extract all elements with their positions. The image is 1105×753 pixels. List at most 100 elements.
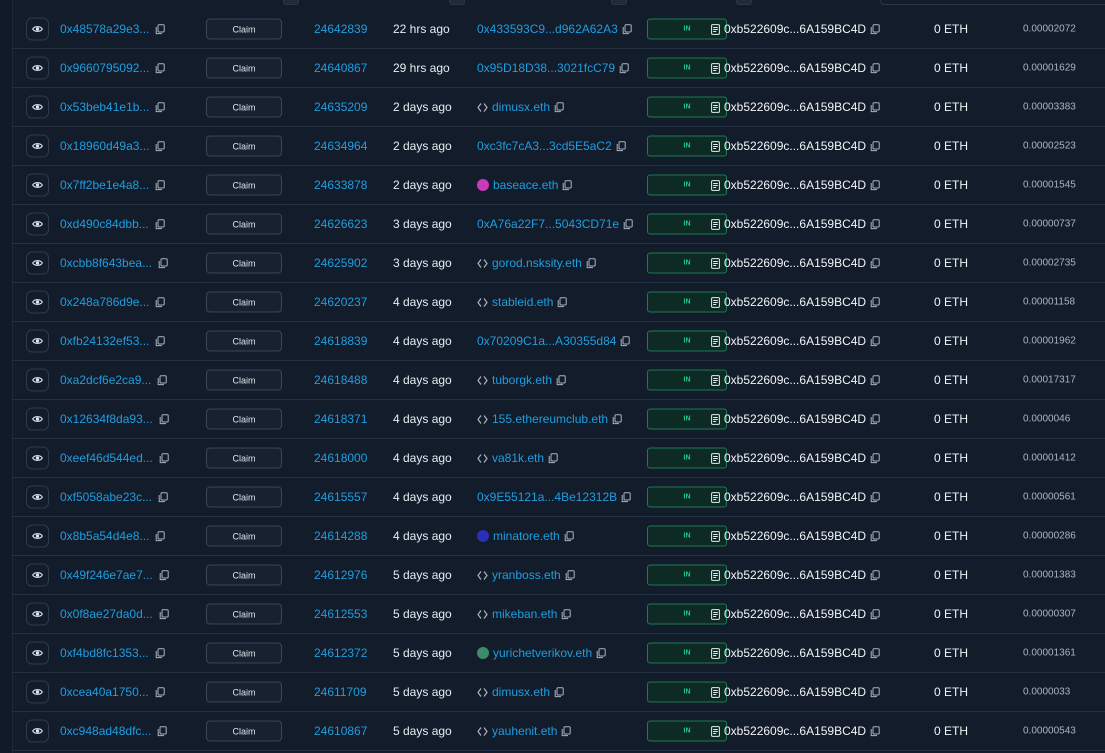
tx-hash-link[interactable]: 0xf4bd8fc1353... [60,646,149,660]
to-address[interactable]: 0xb522609c...6A159BC4D [724,529,866,543]
from-link[interactable]: stableid.eth [492,295,553,309]
view-details-button[interactable] [26,563,49,587]
copy-icon[interactable] [548,452,558,464]
copy-icon[interactable] [155,335,166,347]
copy-icon[interactable] [155,62,166,74]
copy-icon[interactable] [870,530,880,542]
copy-icon[interactable] [870,452,880,464]
tx-hash-link[interactable]: 0xa2dcf6e2ca9... [60,373,151,387]
from-link[interactable]: 0x70209C1a...A30355d84 [477,334,616,348]
view-details-button[interactable] [26,641,49,665]
to-address[interactable]: 0xb522609c...6A159BC4D [724,178,866,192]
view-details-button[interactable] [26,251,49,275]
tx-hash-link[interactable]: 0x8b5a54d4e8... [60,529,149,543]
copy-icon[interactable] [158,491,168,503]
to-address[interactable]: 0xb522609c...6A159BC4D [724,646,866,660]
tx-hash-link[interactable]: 0x248a786d9e... [60,295,149,309]
view-details-button[interactable] [26,95,49,119]
block-link[interactable]: 24614288 [314,529,367,543]
copy-icon[interactable] [870,686,880,698]
copy-icon[interactable] [612,413,622,425]
copy-icon[interactable] [870,608,880,620]
view-details-button[interactable] [26,485,49,509]
copy-icon[interactable] [564,530,574,542]
tx-hash-link[interactable]: 0x49f246e7ae7... [60,568,153,582]
tx-hash-link[interactable]: 0xfb24132ef53... [60,334,149,348]
from-link[interactable]: minatore.eth [493,529,560,543]
to-address[interactable]: 0xb522609c...6A159BC4D [724,607,866,621]
from-link[interactable]: 155.ethereumclub.eth [492,412,608,426]
from-link[interactable]: yauhenit.eth [492,724,557,738]
view-details-button[interactable] [26,524,49,548]
view-details-button[interactable] [26,329,49,353]
copy-icon[interactable] [157,725,168,737]
from-link[interactable]: 0x9E55121a...4Be12312B [477,490,617,504]
copy-icon[interactable] [870,647,880,659]
column-control[interactable] [449,0,465,5]
copy-icon[interactable] [155,179,165,191]
tx-hash-link[interactable]: 0x7ff2be1e4a8... [60,178,149,192]
block-link[interactable]: 24618000 [314,451,367,465]
copy-icon[interactable] [155,296,166,308]
to-address[interactable]: 0xb522609c...6A159BC4D [724,295,866,309]
block-link[interactable]: 24615557 [314,490,367,504]
column-control[interactable] [283,0,299,5]
from-link[interactable]: 0x433593C9...d962A62A3 [477,22,618,36]
to-address[interactable]: 0xb522609c...6A159BC4D [724,22,866,36]
block-link[interactable]: 24618839 [314,334,367,348]
block-link[interactable]: 24625902 [314,256,367,270]
block-link[interactable]: 24635209 [314,100,367,114]
copy-icon[interactable] [870,218,880,230]
tx-hash-link[interactable]: 0x18960d49a3... [60,139,149,153]
copy-icon[interactable] [622,23,632,35]
column-control[interactable] [611,0,627,5]
tx-hash-link[interactable]: 0x12634f8da93... [60,412,153,426]
view-details-button[interactable] [26,212,49,236]
to-address[interactable]: 0xb522609c...6A159BC4D [724,724,866,738]
copy-icon[interactable] [159,608,169,620]
copy-icon[interactable] [159,413,169,425]
from-link[interactable]: 0xA76a22F7...5043CD71e [477,217,619,231]
copy-icon[interactable] [870,491,880,503]
copy-icon[interactable] [155,23,166,35]
from-link[interactable]: dimusx.eth [492,100,550,114]
copy-icon[interactable] [554,101,564,113]
copy-icon[interactable] [870,374,880,386]
copy-icon[interactable] [159,569,169,581]
to-address[interactable]: 0xb522609c...6A159BC4D [724,217,866,231]
block-link[interactable]: 24618488 [314,373,367,387]
copy-icon[interactable] [155,686,165,698]
from-link[interactable]: mikeban.eth [492,607,557,621]
block-link[interactable]: 24633878 [314,178,367,192]
block-link[interactable]: 24642839 [314,22,367,36]
view-details-button[interactable] [26,17,49,41]
copy-icon[interactable] [155,101,166,113]
copy-icon[interactable] [157,374,168,386]
to-address[interactable]: 0xb522609c...6A159BC4D [724,490,866,504]
tx-hash-link[interactable]: 0x53beb41e1b... [60,100,149,114]
from-link[interactable]: yurichetverikov.eth [493,646,592,660]
copy-icon[interactable] [554,686,564,698]
to-address[interactable]: 0xb522609c...6A159BC4D [724,568,866,582]
copy-icon[interactable] [155,218,165,230]
tx-hash-link[interactable]: 0xd490c84dbb... [60,217,149,231]
view-details-button[interactable] [26,680,49,704]
copy-icon[interactable] [870,257,880,269]
tx-hash-link[interactable]: 0x9660795092... [60,61,149,75]
copy-icon[interactable] [870,569,880,581]
copy-icon[interactable] [870,23,880,35]
to-address[interactable]: 0xb522609c...6A159BC4D [724,685,866,699]
copy-icon[interactable] [159,452,169,464]
copy-icon[interactable] [155,647,165,659]
copy-icon[interactable] [870,413,880,425]
view-details-button[interactable] [26,290,49,314]
copy-icon[interactable] [870,62,880,74]
copy-icon[interactable] [557,296,568,308]
block-link[interactable]: 24618371 [314,412,367,426]
from-link[interactable]: tuborgk.eth [492,373,552,387]
tx-hash-link[interactable]: 0xeef46d544ed... [60,451,153,465]
tx-hash-link[interactable]: 0xcea40a1750... [60,685,149,699]
to-address[interactable]: 0xb522609c...6A159BC4D [724,334,866,348]
block-link[interactable]: 24626623 [314,217,367,231]
tx-hash-link[interactable]: 0x48578a29e3... [60,22,149,36]
